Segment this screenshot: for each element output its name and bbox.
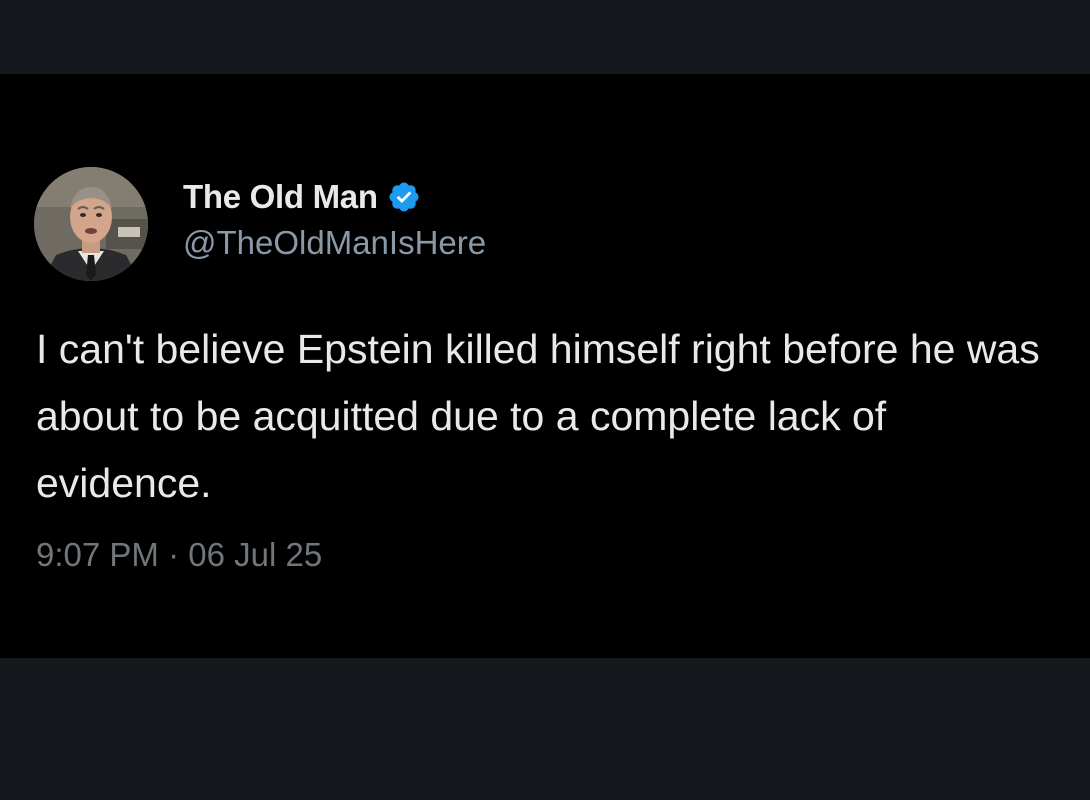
user-handle[interactable]: @TheOldManIsHere xyxy=(183,224,486,262)
tweet-time: 9:07 PM xyxy=(36,536,159,573)
top-frame-band xyxy=(0,0,1090,74)
profile-photo-icon xyxy=(34,167,148,281)
tweet-text: I can't believe Epstein killed himself r… xyxy=(36,326,1040,506)
author-name-row[interactable]: The Old Man xyxy=(183,175,421,219)
bottom-frame-band xyxy=(0,658,1090,800)
verified-badge-icon xyxy=(387,180,421,214)
meta-separator: · xyxy=(168,536,180,573)
display-name[interactable]: The Old Man xyxy=(183,178,378,216)
tweet-date: 06 Jul 25 xyxy=(188,536,323,573)
avatar[interactable] xyxy=(34,167,148,281)
tweet-card: The Old Man @TheOldManIsHere I can't bel… xyxy=(0,74,1090,658)
tweet-timestamp[interactable]: 9:07 PM · 06 Jul 25 xyxy=(36,536,322,574)
